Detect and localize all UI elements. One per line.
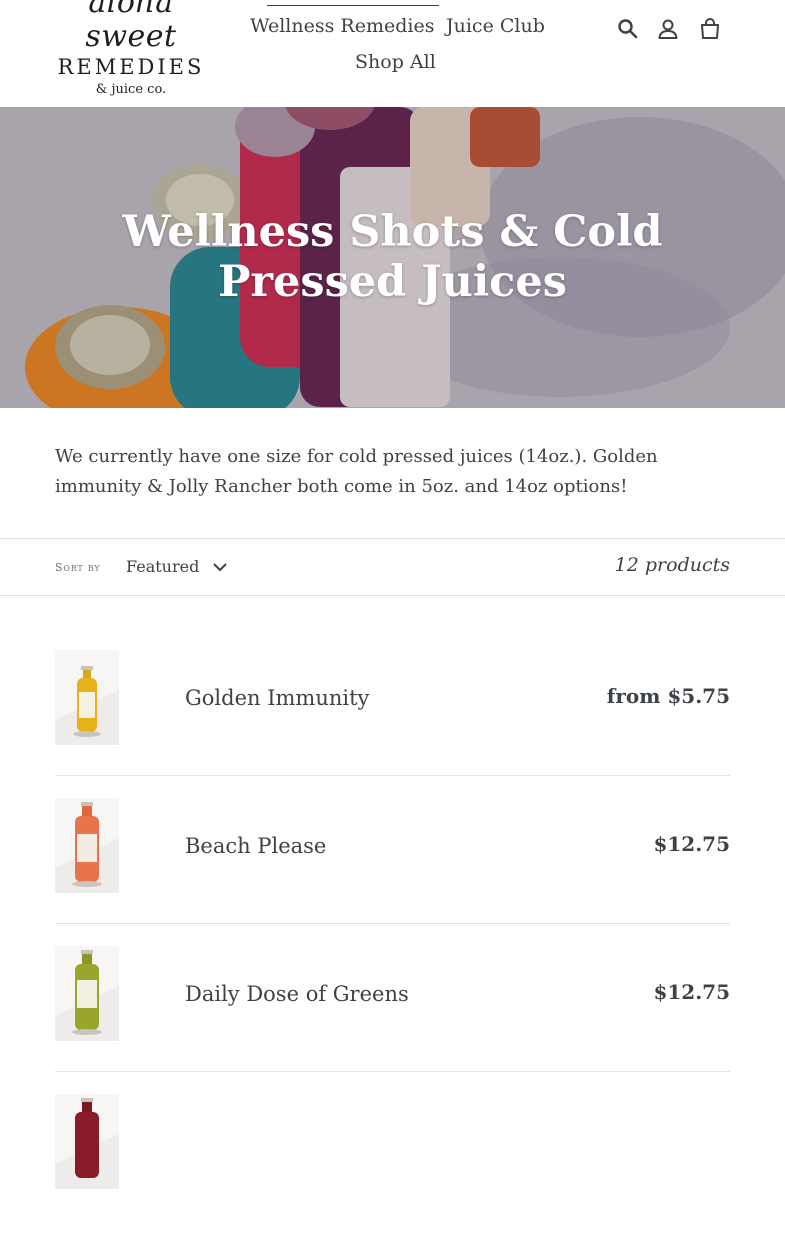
product-name[interactable]: Golden Immunity — [185, 686, 369, 710]
product-name[interactable]: Daily Dose of Greens — [185, 982, 409, 1006]
sort-by-label: Sort by — [55, 561, 101, 574]
collection-description: We currently have one size for cold pres… — [55, 446, 658, 497]
product-thumbnail[interactable] — [55, 798, 119, 893]
chevron-down-icon — [213, 563, 227, 572]
active-nav-underline — [267, 5, 439, 6]
product-list-item[interactable]: Golden Immunity from $5.75 — [55, 650, 730, 798]
product-thumbnail[interactable] — [55, 1094, 119, 1189]
logo-script-text: aloha sweet — [85, 0, 177, 54]
logo-small-text: & juice co. — [95, 82, 167, 97]
nav-wellness-remedies[interactable]: Wellness Remedies — [250, 15, 434, 37]
product-price: $12.75 — [653, 980, 730, 1004]
site-header: aloha sweet REMEDIES & juice co. Wellnes… — [0, 0, 785, 108]
product-divider — [55, 923, 730, 924]
product-count: 12 products — [614, 554, 730, 576]
brand-logo[interactable]: aloha sweet REMEDIES & juice co. — [56, 0, 206, 98]
bottle-image — [55, 798, 119, 893]
logo-caps-text: REMEDIES — [57, 55, 205, 79]
product-thumbnail[interactable] — [55, 650, 119, 745]
bottle-image — [55, 650, 119, 745]
product-list-item[interactable] — [55, 1094, 730, 1242]
collection-title: Wellness Shots & Cold Pressed Juices — [122, 207, 663, 307]
product-list-item[interactable]: Beach Please $12.75 — [55, 798, 730, 946]
cart-icon[interactable] — [698, 17, 722, 41]
nav-juice-club[interactable]: Juice Club — [446, 15, 545, 37]
product-price: $12.75 — [653, 832, 730, 856]
product-name[interactable]: Beach Please — [185, 834, 326, 858]
search-icon[interactable] — [616, 17, 640, 41]
product-divider — [55, 1071, 730, 1072]
sort-selected-value: Featured — [126, 557, 200, 576]
collection-filters-bar: Sort by Featured 12 products — [0, 538, 785, 596]
collection-hero: Wellness Shots & Cold Pressed Juices — [0, 107, 785, 408]
bottle-image — [55, 946, 119, 1041]
account-icon[interactable] — [656, 17, 680, 41]
product-list-item[interactable]: Daily Dose of Greens $12.75 — [55, 946, 730, 1094]
product-thumbnail[interactable] — [55, 946, 119, 1041]
nav-shop-all[interactable]: Shop All — [355, 51, 436, 73]
product-divider — [55, 775, 730, 776]
bottle-image — [55, 1094, 119, 1189]
product-price: from $5.75 — [606, 684, 730, 708]
sort-by-select[interactable]: Featured — [118, 549, 233, 585]
